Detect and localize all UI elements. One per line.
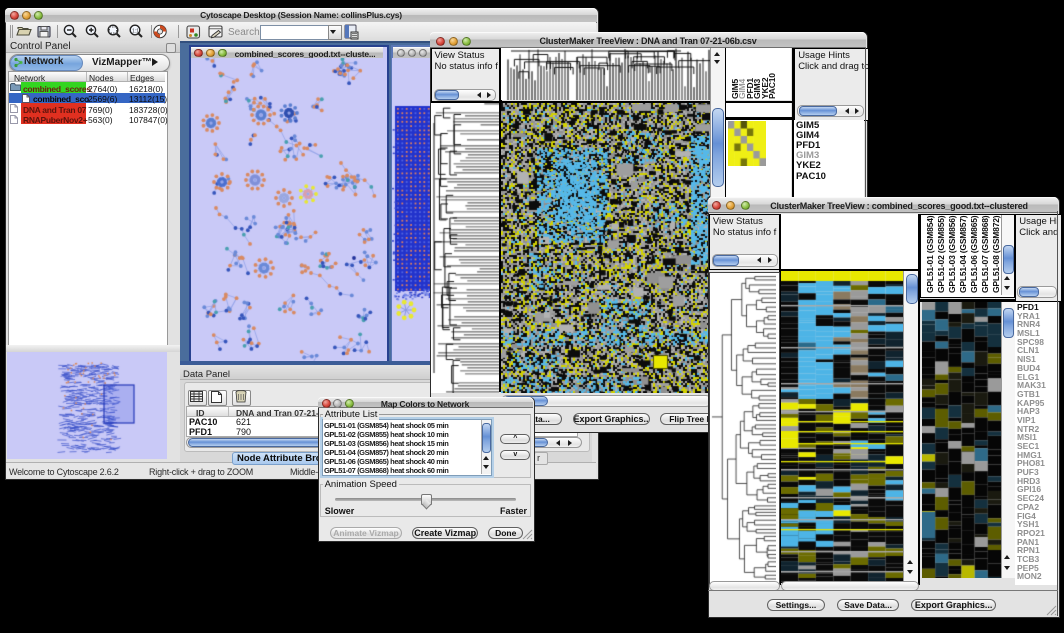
svg-text:1:1: 1:1 xyxy=(132,29,139,35)
